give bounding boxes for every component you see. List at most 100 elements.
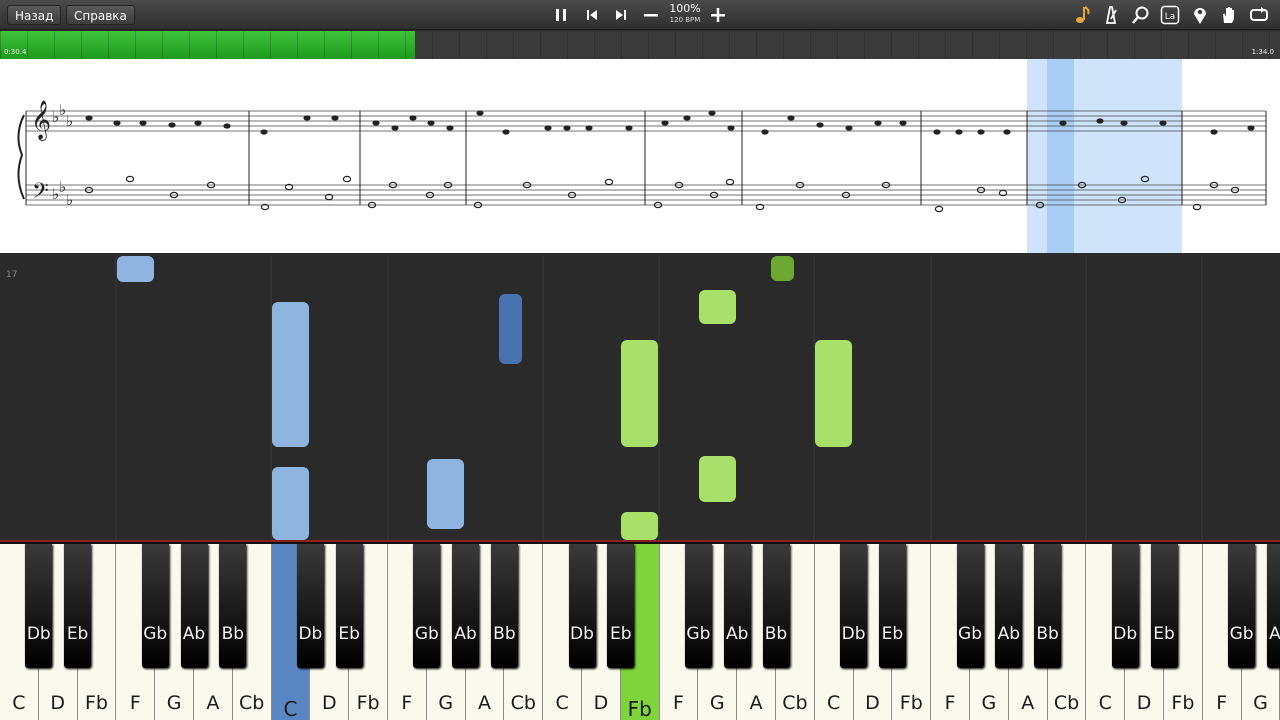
notehead (934, 205, 944, 213)
notehead (1059, 120, 1067, 126)
skip-back-button[interactable] (581, 4, 603, 26)
label-button[interactable]: La (1159, 4, 1181, 26)
black-key-gb[interactable]: Gb (413, 544, 441, 668)
key-label: F (1216, 692, 1228, 714)
black-key-gb[interactable]: Gb (1228, 544, 1256, 668)
black-key-bb[interactable]: Bb (762, 544, 790, 668)
skip-forward-button[interactable] (610, 4, 632, 26)
key-label: Cb (510, 692, 536, 714)
pin-icon (1194, 8, 1206, 24)
black-key-db[interactable]: Db (296, 544, 324, 668)
key-label: G (438, 692, 454, 714)
bass-clef-icon: 𝄢 (32, 179, 49, 209)
metronome-button[interactable] (1100, 4, 1122, 26)
notehead (342, 175, 352, 183)
notehead (1003, 129, 1011, 135)
key-label: F (673, 692, 684, 714)
key-signature: ♭ ♭♭ ♭ ♭♭ (52, 101, 73, 209)
back-button[interactable]: Назад (7, 5, 62, 25)
key-label: A (749, 692, 763, 714)
black-key-bb[interactable]: Bb (219, 544, 247, 668)
notehead (661, 120, 669, 126)
falling-note (815, 340, 852, 447)
black-key-db[interactable]: Db (568, 544, 596, 668)
key-label: Fb (356, 692, 380, 714)
minus-icon (644, 14, 658, 17)
notehead (85, 115, 93, 121)
key-label: G (709, 692, 725, 714)
black-key-eb[interactable]: Eb (607, 544, 635, 668)
black-key-ab[interactable]: Ab (723, 544, 751, 668)
black-key-gb[interactable]: Gb (141, 544, 169, 668)
tempo-bpm: 120 BPM (669, 16, 701, 24)
tempo-increase-button[interactable] (707, 4, 729, 26)
song-progress-bar[interactable]: 0:30.4 1:34.0 (0, 31, 1280, 59)
notehead (899, 120, 907, 126)
notehead (391, 125, 399, 131)
key-label: C (827, 692, 841, 714)
location-button[interactable] (1189, 4, 1211, 26)
falling-note (272, 467, 309, 540)
black-key-ab[interactable]: Ab (1266, 544, 1280, 668)
key-label: Gb (958, 624, 982, 644)
black-key-db[interactable]: Db (1111, 544, 1139, 668)
black-key-eb[interactable]: Eb (1150, 544, 1178, 668)
plus-icon (711, 8, 725, 22)
key-label: F (129, 692, 141, 714)
key-label: Bb (1036, 624, 1059, 644)
key-label: Ab (1269, 624, 1280, 644)
notehead (446, 125, 454, 131)
black-key-ab[interactable]: Ab (995, 544, 1023, 668)
key-label: Eb (610, 624, 632, 644)
key-label: Ab (454, 624, 477, 644)
notehead (955, 129, 963, 135)
pause-icon (556, 9, 566, 21)
key-label: Fb (899, 692, 923, 714)
black-key-bb[interactable]: Bb (490, 544, 518, 668)
key-label: D (50, 692, 66, 714)
key-label: Ab (997, 624, 1020, 644)
black-key-ab[interactable]: Ab (180, 544, 208, 668)
notehead (604, 178, 614, 186)
black-key-db[interactable]: Db (25, 544, 53, 668)
tempo-decrease-button[interactable] (640, 4, 662, 26)
black-key-db[interactable]: Db (840, 544, 868, 668)
black-key-bb[interactable]: Bb (1034, 544, 1062, 668)
key-label: D (321, 692, 337, 714)
notehead (544, 125, 552, 131)
hand-button[interactable] (1218, 4, 1240, 26)
key-label: Fb (627, 697, 652, 720)
key-label: Bb (764, 624, 788, 644)
black-key-gb[interactable]: Gb (684, 544, 712, 668)
black-key-eb[interactable]: Eb (878, 544, 906, 668)
notehead (816, 122, 824, 128)
loop-button[interactable] (1248, 4, 1270, 26)
note-button[interactable] (1071, 4, 1093, 26)
black-key-eb[interactable]: Eb (335, 544, 363, 668)
notehead (125, 175, 135, 183)
notehead (139, 120, 147, 126)
key-label: Gb (686, 624, 711, 644)
falling-note (621, 512, 658, 540)
notehead (1247, 125, 1255, 131)
toolbar: Назад Справка 100% 120 BPM La (0, 0, 1280, 30)
falling-notes-area: 17 (0, 256, 1280, 540)
key-label: Gb (143, 624, 168, 644)
notehead (787, 115, 795, 121)
black-key-ab[interactable]: Ab (452, 544, 480, 668)
zoom-button[interactable] (1130, 4, 1152, 26)
playhead-highlight (1047, 59, 1074, 253)
magnifier-icon (1132, 6, 1149, 24)
help-button[interactable]: Справка (66, 5, 135, 25)
notehead (1120, 120, 1128, 126)
key-label: Db (570, 624, 594, 644)
black-key-gb[interactable]: Gb (956, 544, 984, 668)
key-label: Gb (1229, 624, 1254, 644)
notehead (372, 120, 380, 126)
sheet-music[interactable]: 𝄞 𝄢 ♭ ♭ ♭ ♭ ♭ ♭ (0, 59, 1280, 253)
black-key-eb[interactable]: Eb (64, 544, 92, 668)
key-label: Bb (493, 624, 516, 644)
elapsed-time: 0:30.4 (4, 48, 27, 56)
key-label: Cb (782, 692, 808, 714)
pause-button[interactable] (550, 4, 572, 26)
